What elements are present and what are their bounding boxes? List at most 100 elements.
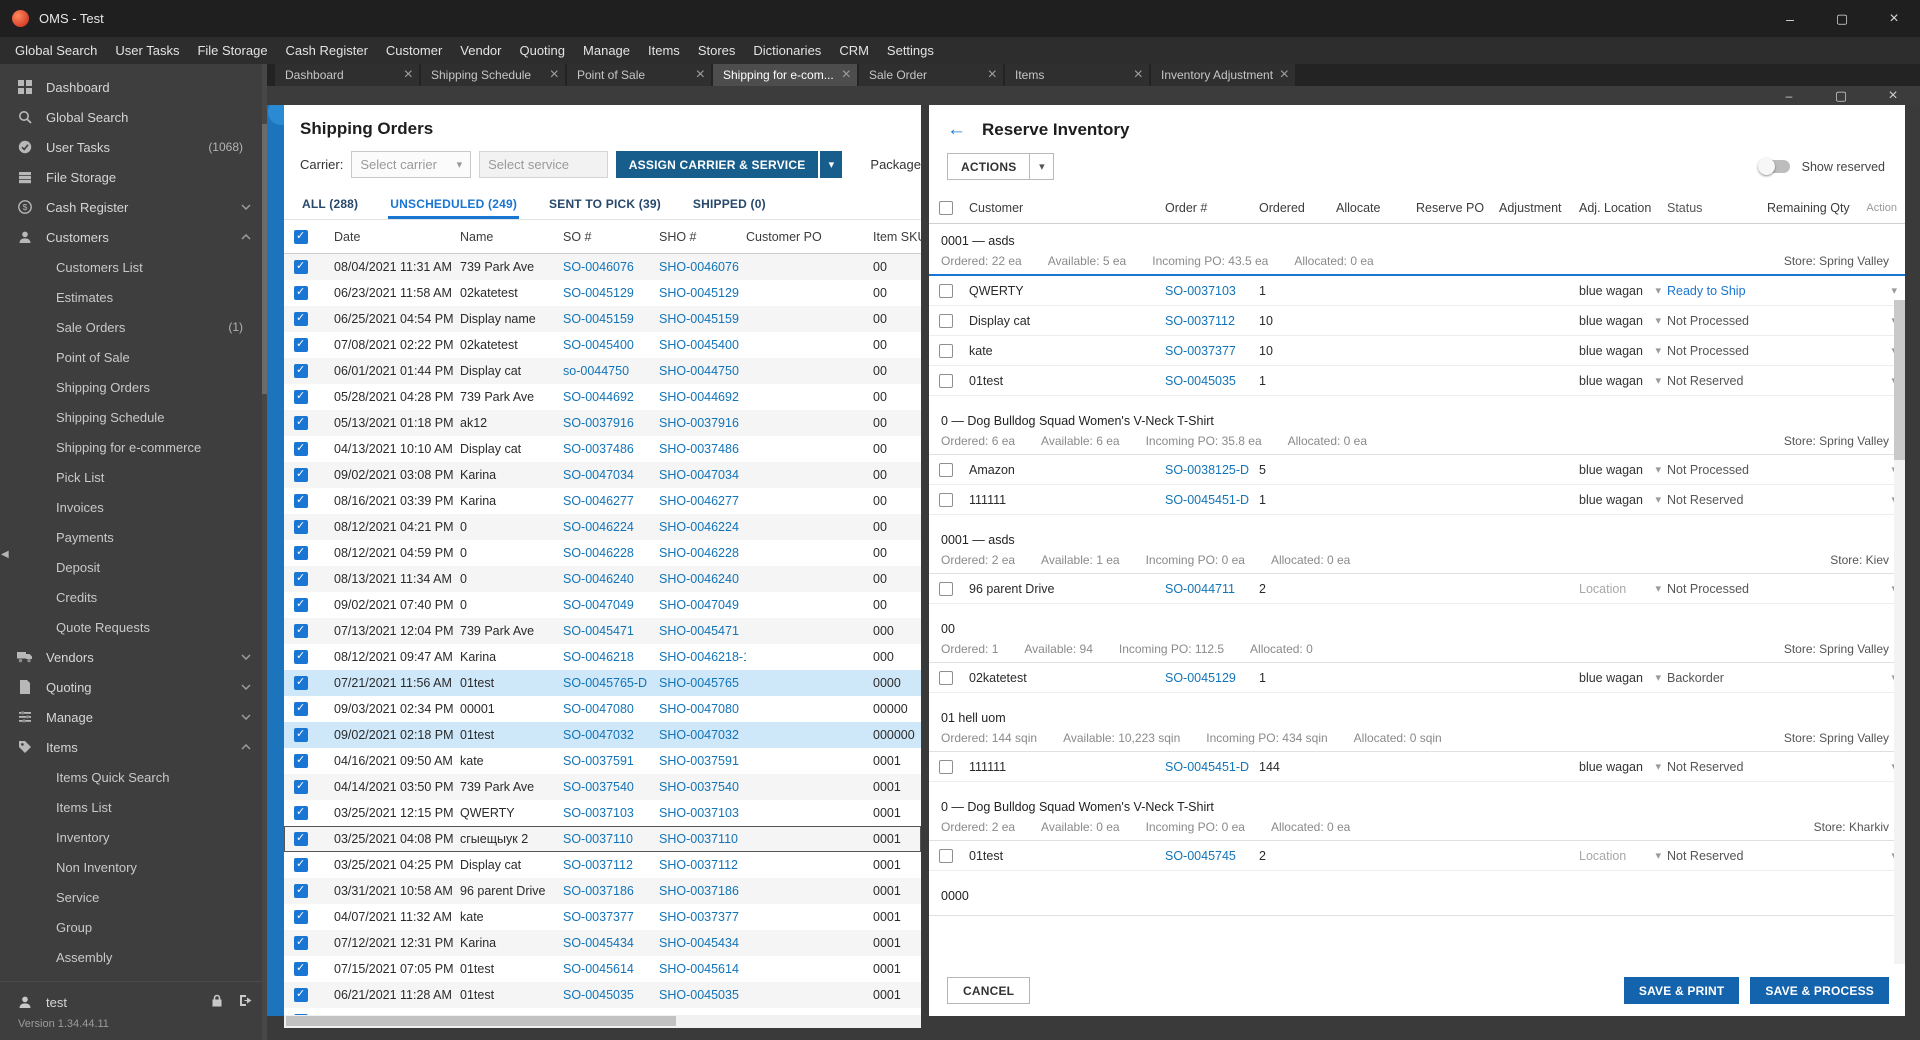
- row-checkbox[interactable]: [939, 581, 953, 596]
- row-checkbox[interactable]: [294, 571, 308, 586]
- sidebar-item[interactable]: Pick List: [0, 462, 267, 492]
- reserve-row[interactable]: Display cat SO-0037112 10 blue wagan ▾ N…: [929, 306, 1905, 336]
- assign-carrier-service-button[interactable]: ASSIGN CARRIER & SERVICE: [615, 151, 819, 178]
- logout-icon[interactable]: [239, 994, 253, 1010]
- table-row[interactable]: 03/25/2021 12:15 PM QWERTY SO-0037103 SH…: [284, 800, 921, 826]
- adj-location-select[interactable]: blue wagan: [1579, 374, 1667, 388]
- row-checkbox[interactable]: [294, 337, 308, 352]
- so-link[interactable]: SO-0037110: [563, 832, 659, 846]
- so-link[interactable]: SO-0045400: [563, 338, 659, 352]
- order-link[interactable]: SO-0045745: [1165, 849, 1259, 863]
- filter-tab[interactable]: SHIPPED (0): [691, 190, 768, 219]
- mdi-tab[interactable]: Inventory Adjustment: [1151, 64, 1295, 86]
- table-row[interactable]: Bedding: [284, 1008, 921, 1015]
- sidebar-item[interactable]: Items: [0, 732, 267, 762]
- row-checkbox[interactable]: [294, 675, 308, 690]
- horizontal-scroll-thumb[interactable]: [286, 1016, 676, 1026]
- table-row[interactable]: 08/12/2021 09:47 AM Karina SO-0046218 SH…: [284, 644, 921, 670]
- sho-link[interactable]: SHO-0045434: [659, 936, 746, 950]
- sho-link[interactable]: SHO-0045471: [659, 624, 746, 638]
- so-link[interactable]: SO-0037186: [563, 884, 659, 898]
- sho-link[interactable]: SHO-0037916: [659, 416, 746, 430]
- so-link[interactable]: SO-0037540: [563, 780, 659, 794]
- sidebar-item[interactable]: Deposit: [0, 552, 267, 582]
- tab-close-icon[interactable]: [1134, 66, 1143, 84]
- minimize-icon[interactable]: [1764, 0, 1816, 37]
- column-header-customer[interactable]: Customer: [969, 201, 1165, 215]
- so-link[interactable]: SO-0047080: [563, 702, 659, 716]
- sho-link[interactable]: SHO-0045400: [659, 338, 746, 352]
- so-link[interactable]: SO-0045765-D: [563, 676, 659, 690]
- so-link[interactable]: SO-0045159: [563, 312, 659, 326]
- sidebar-item[interactable]: Shipping Schedule: [0, 402, 267, 432]
- mdi-tab[interactable]: Shipping for e-com...: [713, 64, 857, 86]
- order-link[interactable]: SO-0045035: [1165, 374, 1259, 388]
- sidebar-item[interactable]: File Storage: [0, 162, 267, 192]
- menubar-item[interactable]: Stores: [689, 43, 745, 58]
- filter-tab[interactable]: UNSCHEDULED (249): [388, 190, 520, 219]
- tab-close-icon[interactable]: [988, 66, 997, 84]
- table-row[interactable]: 06/21/2021 11:28 AM 01test SO-0045035 SH…: [284, 982, 921, 1008]
- reserve-row[interactable]: 111111 SO-0045451-D 144 blue wagan ▾ Not…: [929, 752, 1905, 782]
- select-all-checkbox[interactable]: [294, 229, 308, 244]
- row-checkbox[interactable]: [294, 753, 308, 768]
- reserve-row[interactable]: 111111 SO-0045451-D 1 blue wagan ▾ Not R…: [929, 485, 1905, 515]
- row-checkbox[interactable]: [939, 759, 953, 774]
- so-link[interactable]: SO-0045614: [563, 962, 659, 976]
- sho-link[interactable]: SHO-0045159: [659, 312, 746, 326]
- sidebar-item[interactable]: $ Cash Register: [0, 192, 267, 222]
- table-row[interactable]: 07/08/2021 02:22 PM 02katetest SO-004540…: [284, 332, 921, 358]
- sidebar-item[interactable]: Quote Requests: [0, 612, 267, 642]
- column-header-adjustment[interactable]: Adjustment: [1499, 201, 1579, 215]
- column-header-adj-location[interactable]: Adj. Location: [1579, 201, 1667, 215]
- row-checkbox[interactable]: [939, 492, 953, 507]
- sho-link[interactable]: SHO-0044692: [659, 390, 746, 404]
- sidebar-item[interactable]: Credits: [0, 582, 267, 612]
- so-link[interactable]: SO-0046218: [563, 650, 659, 664]
- reserve-row[interactable]: 96 parent Drive SO-0044711 2 Location ▾ …: [929, 574, 1905, 604]
- assign-dropdown-icon[interactable]: [820, 151, 843, 178]
- sidebar-item[interactable]: Group: [0, 912, 267, 942]
- table-row[interactable]: 09/02/2021 03:08 PM Karina SO-0047034 SH…: [284, 462, 921, 488]
- row-checkbox[interactable]: [294, 519, 308, 534]
- table-row[interactable]: 04/14/2021 03:50 PM 739 Park Ave SO-0037…: [284, 774, 921, 800]
- table-row[interactable]: 07/12/2021 12:31 PM Karina SO-0045434 SH…: [284, 930, 921, 956]
- row-checkbox[interactable]: [294, 779, 308, 794]
- vertical-scroll-thumb[interactable]: [1894, 300, 1905, 460]
- so-link[interactable]: SO-0046277: [563, 494, 659, 508]
- reserve-row[interactable]: 01test SO-0045745 2 Location ▾ Not Reser…: [929, 841, 1905, 871]
- filter-tab[interactable]: SENT TO PICK (39): [547, 190, 663, 219]
- row-checkbox[interactable]: [939, 343, 953, 358]
- column-header-reserve-po[interactable]: Reserve PO: [1416, 201, 1499, 215]
- sho-link[interactable]: SHO-0037103: [659, 806, 746, 820]
- sho-link[interactable]: SHO-0037591: [659, 754, 746, 768]
- reserve-row[interactable]: kate SO-0037377 10 blue wagan ▾ Not Proc…: [929, 336, 1905, 366]
- tab-close-icon[interactable]: [696, 66, 705, 84]
- order-link[interactable]: SO-0045451-D: [1165, 760, 1259, 774]
- back-arrow-icon[interactable]: [947, 119, 966, 141]
- column-header-item-sku[interactable]: Item SKU: [873, 230, 921, 244]
- column-header-date[interactable]: Date: [334, 230, 460, 244]
- service-select[interactable]: Select service: [479, 151, 608, 178]
- mdi-tab[interactable]: Shipping Schedule: [421, 64, 565, 86]
- so-link[interactable]: SO-0046228: [563, 546, 659, 560]
- mdi-tab[interactable]: Sale Order: [859, 64, 1003, 86]
- row-checkbox[interactable]: [294, 285, 308, 300]
- save-process-button[interactable]: SAVE & PROCESS: [1750, 977, 1889, 1004]
- sho-link[interactable]: SHO-0037540: [659, 780, 746, 794]
- table-row[interactable]: 08/04/2021 11:31 AM 739 Park Ave SO-0046…: [284, 254, 921, 280]
- order-link[interactable]: SO-0044711: [1165, 582, 1259, 596]
- row-checkbox[interactable]: [294, 701, 308, 716]
- table-row[interactable]: 09/03/2021 02:34 PM 00001 SO-0047080 SHO…: [284, 696, 921, 722]
- table-row[interactable]: 03/25/2021 04:08 PM сгыещыук 2 SO-003711…: [284, 826, 921, 852]
- restore-icon[interactable]: [1816, 0, 1868, 37]
- sidebar-item[interactable]: Service: [0, 882, 267, 912]
- order-link[interactable]: SO-0037112: [1165, 314, 1259, 328]
- row-checkbox[interactable]: [939, 313, 953, 328]
- filter-tab[interactable]: ALL (288): [300, 190, 360, 219]
- row-checkbox[interactable]: [294, 363, 308, 378]
- reserve-row[interactable]: 01test SO-0045035 1 blue wagan ▾ Not Res…: [929, 366, 1905, 396]
- menubar-item[interactable]: User Tasks: [106, 43, 188, 58]
- so-link[interactable]: SO-0037486: [563, 442, 659, 456]
- table-row[interactable]: 07/13/2021 12:04 PM 739 Park Ave SO-0045…: [284, 618, 921, 644]
